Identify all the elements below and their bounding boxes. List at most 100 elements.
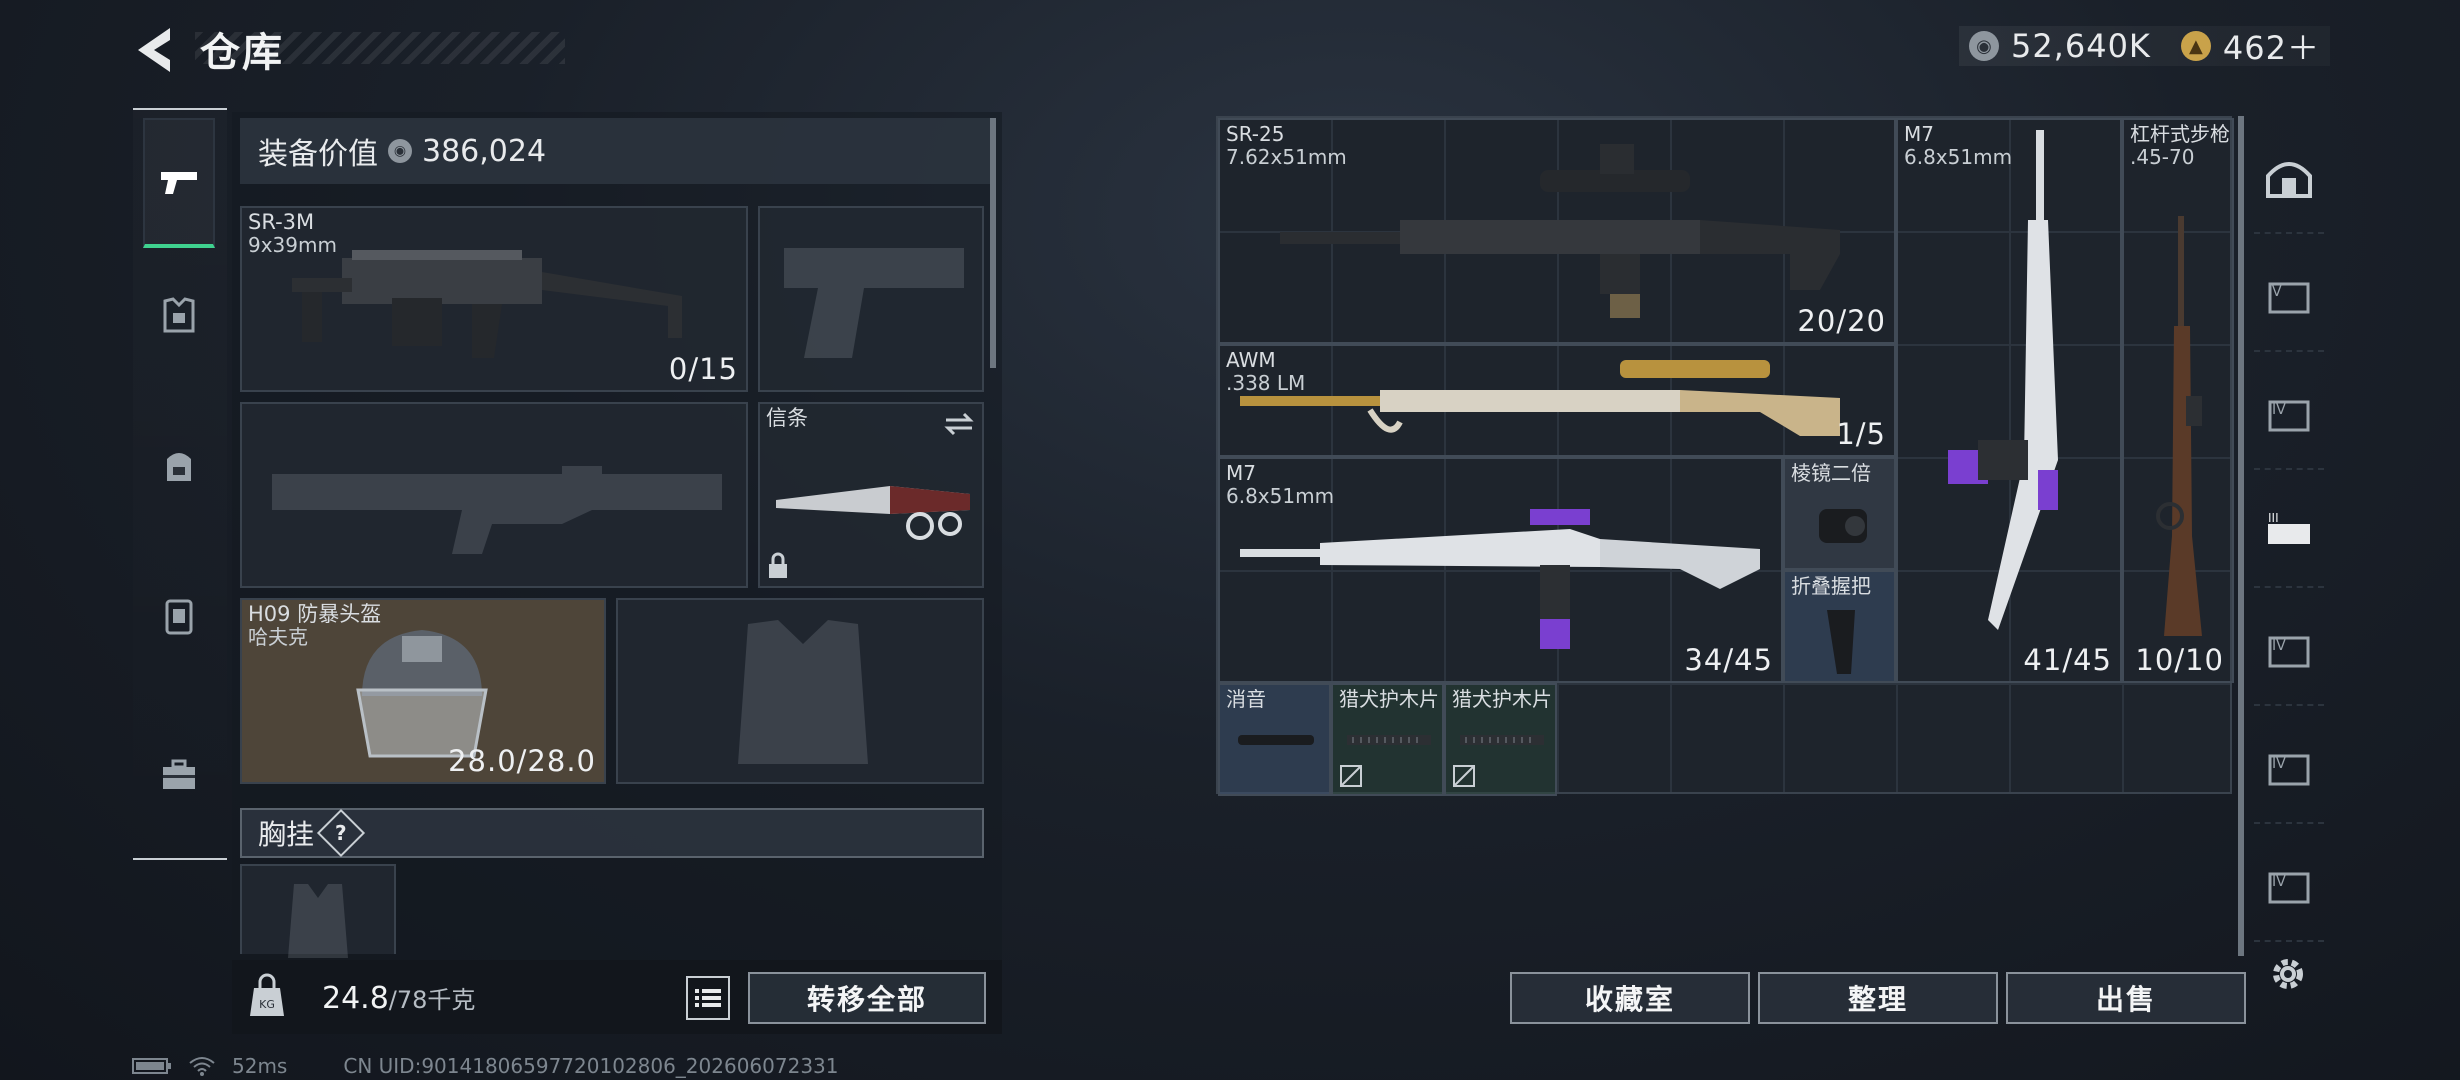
rail-container[interactable] [143,550,215,680]
svg-text:IV: IV [2272,874,2286,890]
stash-item-awm[interactable]: AWM .338 LM 1/5 [1218,344,1896,457]
help-button[interactable]: ? [316,808,366,858]
list-icon [695,989,721,1007]
sell-button[interactable]: 出售 [2006,972,2246,1024]
ammo-count: 0/15 [668,352,738,386]
stash-tab-4c[interactable]: IV [2254,714,2324,824]
category-rail [133,108,227,860]
scope-image [1819,509,1867,543]
secondary-weapon-slot-empty[interactable] [240,402,748,588]
toolbox-icon [163,759,195,789]
back-arrow-icon [138,28,170,72]
carry-weight: 24.8/78千克 [322,980,475,1016]
storage-tier-4-icon: IV [2268,400,2310,432]
transfer-all-button[interactable]: 转移全部 [748,972,986,1024]
currency-bar: ◉ 52,640K ▲ 462＋ [1958,23,2330,69]
silver-amount: 52,640K [2010,27,2151,65]
ammo-count: 10/10 [2135,643,2224,677]
swap-icon[interactable] [942,410,976,438]
back-button[interactable] [130,22,180,78]
stash-item-suppressor[interactable]: 消音 [1218,683,1331,796]
m7-vertical-rifle-image [1948,130,2058,630]
weight-current: 24.8 [322,981,389,1016]
armor-icon [163,297,195,333]
rifle-silhouette-icon [272,466,722,554]
unequippable-icon [1340,765,1362,787]
unequippable-icon [1453,765,1475,787]
battery-icon [132,1058,171,1074]
list-view-button[interactable] [686,976,730,1020]
chest-rig-slot-empty[interactable] [240,864,396,958]
helmet-durability: 28.0/28.0 [448,744,596,778]
awm-rifle-image [1240,360,1840,436]
help-icon: ? [335,820,347,845]
equip-value-label: 装备价值 [258,137,378,172]
sort-button[interactable]: 整理 [1758,972,1998,1024]
lock-icon [769,552,787,578]
helmet-slot[interactable]: H09 防暴头盔 哈夫克 28.0/28.0 [240,598,606,784]
ammo-count: 34/45 [1684,643,1773,677]
gear-icon [2273,959,2303,989]
sr25-rifle-image [1280,144,1840,318]
pistol-silhouette-icon [784,248,964,358]
stash-item-handguard-2[interactable]: 猎犬护木片 [1444,683,1557,796]
melee-slot[interactable]: 信条 [758,402,984,588]
ammo-count: 41/45 [2023,643,2112,677]
stash-item-folding-grip[interactable]: 折叠握把 [1783,570,1896,683]
stash-tab-4a[interactable]: IV [2254,360,2324,470]
svg-text:KG: KG [259,998,275,1011]
vault-button[interactable]: 收藏室 [1510,972,1750,1024]
stash-tab-vault[interactable] [2254,124,2324,234]
status-bar: 52ms CN UID:90141806597720102806_2026060… [132,1054,839,1078]
rail-armor[interactable] [143,250,215,380]
stash-tab-4b[interactable]: IV [2254,596,2324,706]
item-name: M7 [1226,461,1256,485]
item-name: SR-25 [1226,122,1285,146]
gold-coin-icon[interactable]: ▲ [2180,31,2211,61]
grip-image [1827,610,1855,674]
stash-tab-3-active[interactable]: III [2254,478,2324,588]
stash-item-lever-rifle[interactable]: 杠杆式步枪 .45-70 10/10 [2122,118,2234,683]
silver-coin-icon: ◉ [388,139,412,163]
pistol-slot-empty[interactable] [758,206,984,392]
equip-value-amount: 386,024 [422,133,547,169]
storage-tier-3-icon: III [2268,511,2310,544]
stash-tab-5[interactable]: V [2254,242,2324,352]
helmet-brand: 哈夫克 [248,625,308,649]
stash-item-sr25[interactable]: SR-25 7.62x51mm 20/20 [1218,118,1896,344]
body-armor-slot-empty[interactable] [616,598,984,784]
settings-button[interactable] [2266,952,2310,996]
storage-tier-4-icon: IV [2268,872,2310,904]
rail-backpack[interactable] [143,400,215,530]
primary-weapon-slot[interactable]: SR-3M 9x39mm 0/15 [240,206,748,392]
item-name: 折叠握把 [1791,574,1871,598]
ammo-count: 20/20 [1797,304,1886,338]
sr3m-rifle-image [292,250,682,358]
storage-tier-5-icon: V [2268,282,2310,314]
rail-weapons[interactable] [143,118,215,248]
page-title: 仓库 [200,30,284,76]
stash-item-prism-2x[interactable]: 棱镜二倍 [1783,457,1896,570]
wifi-icon [189,1057,215,1076]
rail-toolbox[interactable] [143,710,215,840]
stash-item-m7[interactable]: M7 6.8x51mm 34/45 [1218,457,1783,683]
stash-scrollbar[interactable] [2238,116,2244,956]
item-name: 猎犬护木片 [1452,687,1552,711]
weight-max: /78千克 [388,986,476,1014]
chest-rig-label: 胸挂 [258,818,315,851]
item-name: 棱镜二倍 [1791,461,1871,485]
backpack-icon [167,453,191,481]
storage-tier-4-icon: IV [2268,754,2310,786]
stash-tab-4d[interactable]: IV [2254,832,2324,942]
gold-amount[interactable]: 462＋ [2223,23,2320,69]
stash-tab-rail: V IV III IV IV IV [2254,116,2324,976]
weapon-name: SR-3M [248,210,315,234]
stash-item-m7-vertical[interactable]: M7 6.8x51mm 41/45 [1896,118,2122,683]
loadout-scrollbar[interactable] [990,118,996,368]
handguard-image [1460,735,1544,745]
item-name: 杠杆式步枪 [2130,122,2230,146]
item-caliber: .45-70 [2130,145,2195,169]
stash-item-handguard-1[interactable]: 猎犬护木片 [1331,683,1444,796]
lever-rifle-image [2156,216,2202,636]
melee-name: 信条 [766,406,808,430]
